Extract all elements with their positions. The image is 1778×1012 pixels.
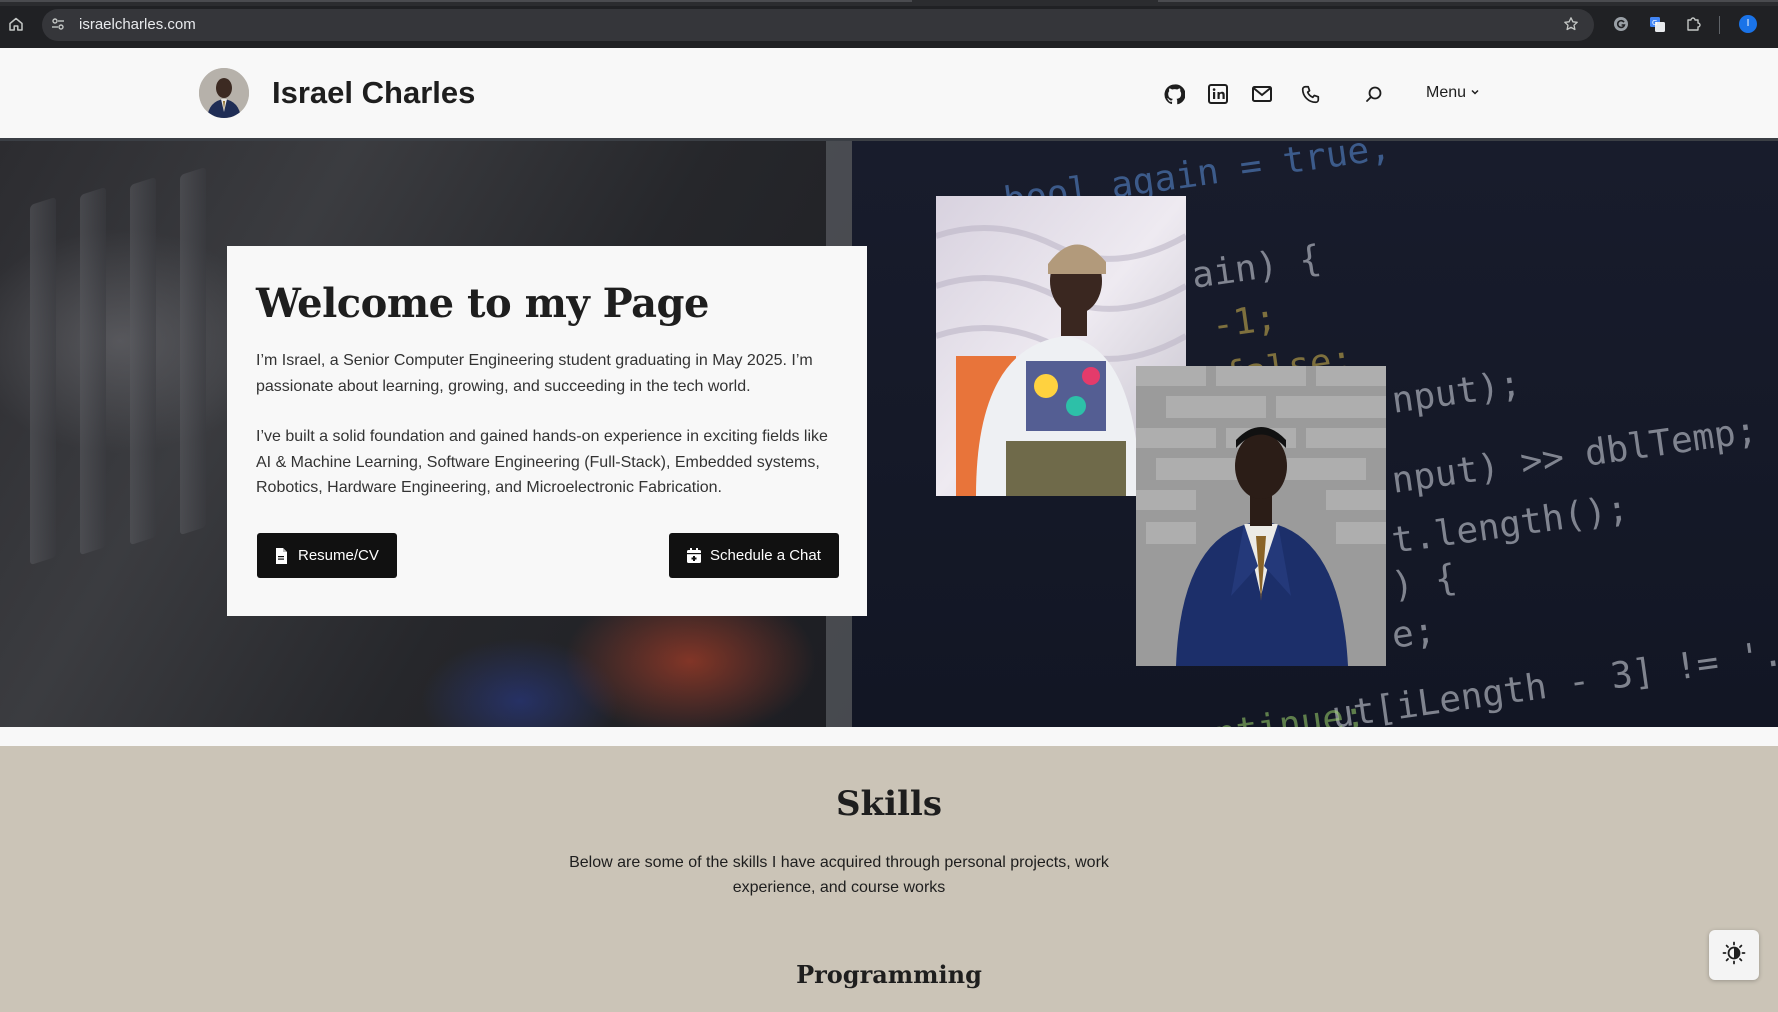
menu-button[interactable]: Menu bbox=[1426, 84, 1480, 102]
browser-toolbar: israelcharles.com G I bbox=[0, 0, 1778, 48]
site-logo-avatar[interactable] bbox=[199, 68, 249, 118]
extensions-puzzle-icon[interactable] bbox=[1684, 15, 1702, 33]
url-text[interactable]: israelcharles.com bbox=[79, 16, 196, 33]
schedule-chat-label: Schedule a Chat bbox=[710, 547, 821, 564]
theme-toggle-button[interactable] bbox=[1709, 930, 1759, 980]
calendar-icon bbox=[687, 547, 701, 564]
site-header: Israel Charles Menu bbox=[0, 48, 1778, 141]
resume-button-label: Resume/CV bbox=[298, 547, 379, 564]
tab-strip bbox=[0, 0, 1778, 6]
welcome-card: Welcome to my Page I’m Israel, a Senior … bbox=[227, 246, 867, 616]
chevron-down-icon bbox=[1470, 84, 1480, 102]
translate-extension-icon[interactable]: G bbox=[1648, 15, 1666, 33]
menu-label: Menu bbox=[1426, 84, 1467, 101]
github-icon[interactable] bbox=[1162, 82, 1186, 106]
skills-description: Below are some of the skills I have acqu… bbox=[569, 854, 1109, 896]
welcome-title: Welcome to my Page bbox=[256, 280, 709, 327]
experience-paragraph: I’ve built a solid foundation and gained… bbox=[256, 428, 828, 496]
site-title[interactable]: Israel Charles bbox=[272, 75, 475, 111]
profile-avatar[interactable]: I bbox=[1739, 15, 1757, 33]
document-icon bbox=[275, 547, 289, 564]
section-gap bbox=[0, 727, 1778, 746]
schedule-chat-button[interactable]: Schedule a Chat bbox=[669, 533, 839, 578]
intro-paragraph: I’m Israel, a Senior Computer Engineerin… bbox=[256, 352, 813, 395]
toolbar-separator bbox=[1719, 16, 1720, 34]
search-icon[interactable] bbox=[1362, 82, 1386, 106]
bookmark-star-icon[interactable] bbox=[1562, 15, 1580, 33]
skills-title: Skills bbox=[835, 784, 942, 824]
brightness-icon bbox=[1722, 941, 1746, 970]
resume-button[interactable]: Resume/CV bbox=[257, 533, 397, 578]
address-bar[interactable] bbox=[42, 9, 1594, 41]
programming-heading: Programming bbox=[796, 960, 982, 989]
phone-icon[interactable] bbox=[1298, 82, 1322, 106]
skills-section: Skills Below are some of the skills I ha… bbox=[0, 746, 1778, 1012]
grammarly-extension-icon[interactable] bbox=[1612, 15, 1630, 33]
portrait-photo-formal bbox=[1136, 366, 1386, 666]
svg-text:G: G bbox=[1652, 19, 1657, 27]
mail-icon[interactable] bbox=[1250, 82, 1274, 106]
site-info-icon[interactable] bbox=[50, 16, 66, 32]
linkedin-icon[interactable] bbox=[1206, 82, 1230, 106]
hero-section: bool again = true, ain) { -1; false; npu… bbox=[0, 141, 1778, 727]
home-icon[interactable] bbox=[7, 15, 25, 33]
